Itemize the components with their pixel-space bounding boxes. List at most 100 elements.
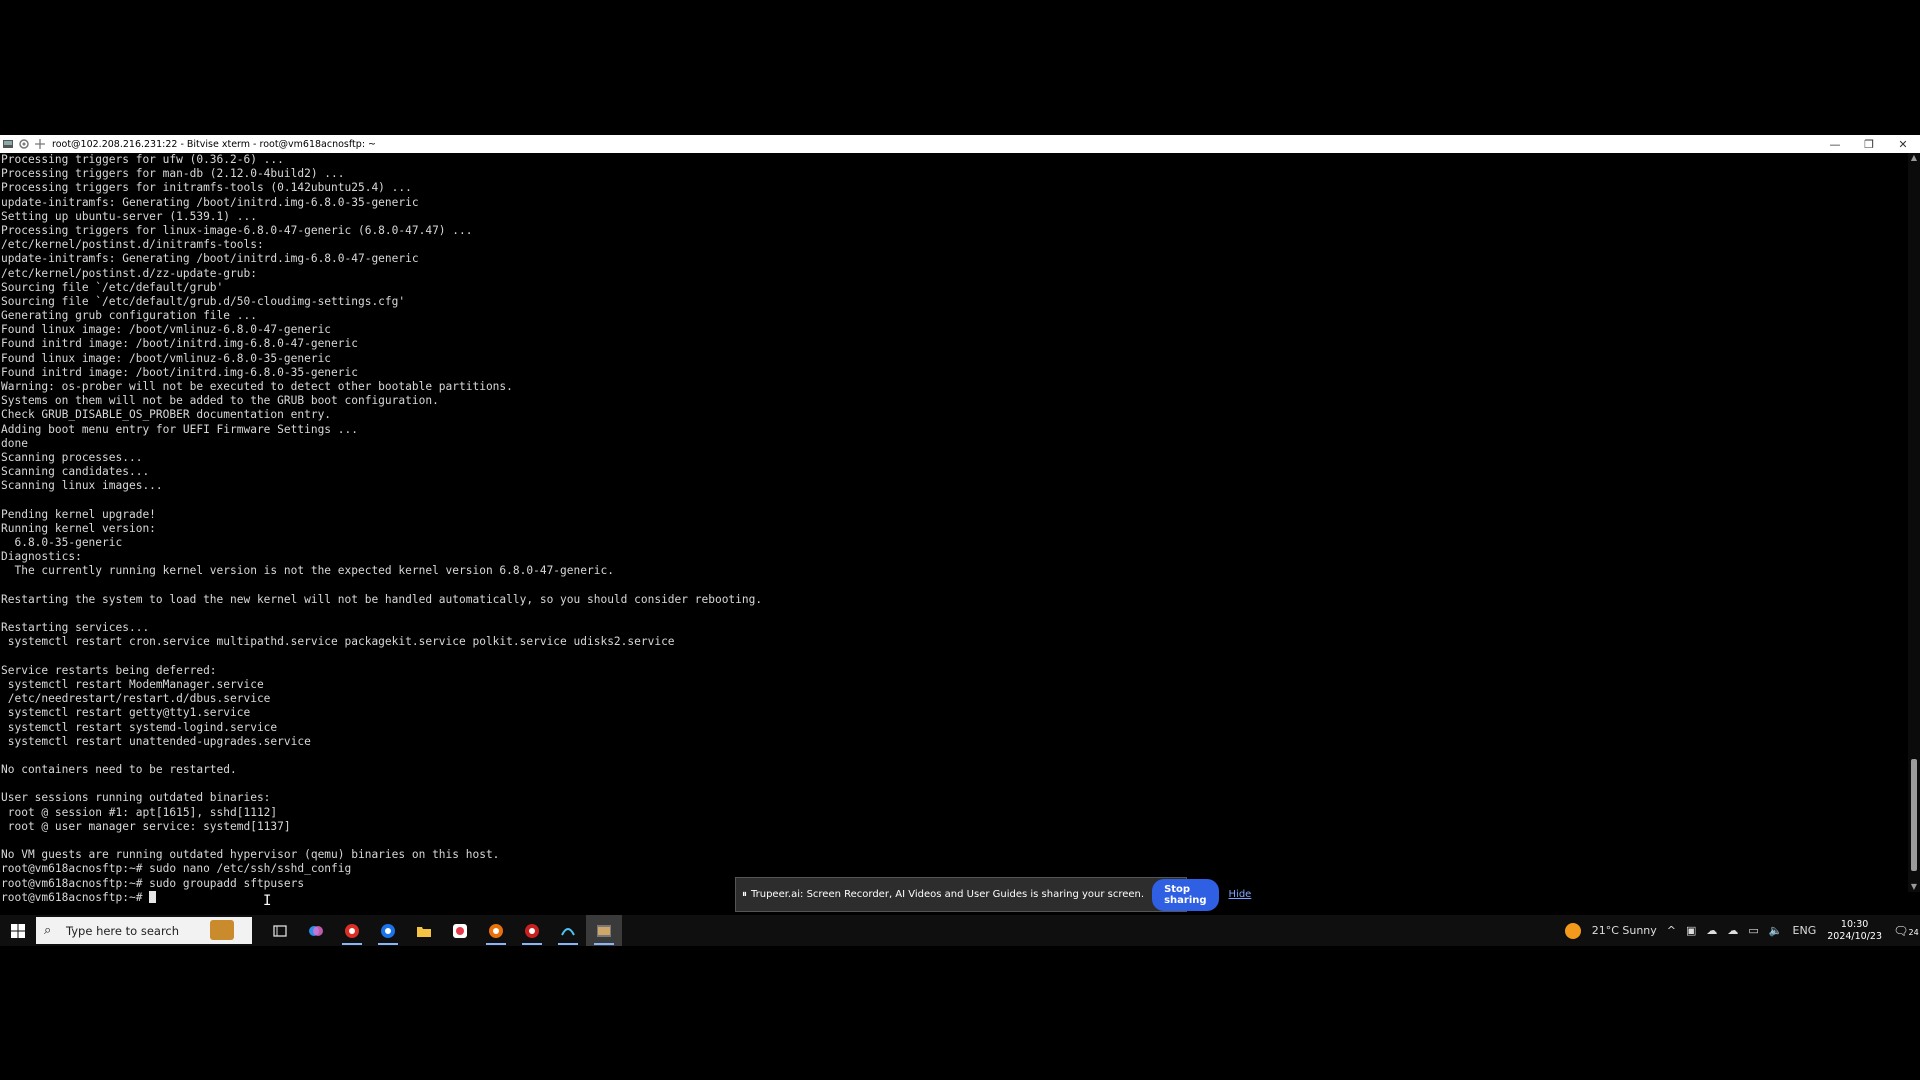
chrome-icon[interactable] bbox=[370, 915, 406, 946]
terminal-line: Processing triggers for ufw (0.36.2-6) .… bbox=[1, 153, 284, 166]
window-title: root@102.208.216.231:22 - Bitvise xterm … bbox=[52, 138, 376, 150]
device-icon[interactable]: ▣ bbox=[1686, 924, 1696, 937]
terminal-line: Restarting the system to load the new ke… bbox=[1, 592, 763, 606]
terminal-line: root @ session #1: apt[1615], sshd[1112] bbox=[1, 805, 278, 819]
clock-date: 2024/10/23 bbox=[1827, 930, 1882, 942]
stop-sharing-button[interactable]: Stop sharing bbox=[1152, 878, 1219, 911]
start-button[interactable] bbox=[0, 915, 36, 946]
taskbar-search[interactable]: ⌕ Type here to search bbox=[36, 917, 252, 944]
terminal-line: Setting up ubuntu-server (1.539.1) ... bbox=[1, 209, 257, 223]
restore-button[interactable]: ❐ bbox=[1852, 135, 1886, 153]
app-icon[interactable] bbox=[442, 915, 478, 946]
terminal-line: /etc/needrestart/restart.d/dbus.service bbox=[1, 692, 271, 706]
terminal-line: Scanning processes... bbox=[1, 450, 143, 464]
terminal-line: update-initramfs: Generating /boot/initr… bbox=[1, 252, 419, 266]
terminal-line: Running kernel version: bbox=[1, 521, 156, 535]
file-explorer-icon[interactable] bbox=[406, 915, 442, 946]
terminal-line: Diagnostics: bbox=[1, 550, 82, 564]
chrome-icon[interactable] bbox=[334, 915, 370, 946]
terminal-line: No VM guests are running outdated hyperv… bbox=[1, 848, 500, 862]
scrollbar-thumb[interactable] bbox=[1911, 759, 1917, 871]
terminal-line: Scanning candidates... bbox=[1, 465, 150, 479]
titlebar-icons bbox=[0, 138, 46, 150]
terminal-line: Processing triggers for initramfs-tools … bbox=[1, 181, 412, 195]
taskbar: ⌕ Type here to search 21°C Sunny ^ ▣ ☁ ☁… bbox=[0, 915, 1920, 946]
terminal-line: systemctl restart ModemManager.service bbox=[1, 677, 264, 691]
onedrive-icon[interactable]: ☁ bbox=[1727, 924, 1738, 937]
window-controls: — ❐ ✕ bbox=[1818, 135, 1920, 153]
terminal-line: systemctl restart cron.service multipath… bbox=[1, 635, 675, 649]
terminal-line: Sourcing file `/etc/default/grub.d/50-cl… bbox=[1, 294, 406, 308]
search-placeholder: Type here to search bbox=[66, 923, 180, 938]
move-icon[interactable] bbox=[34, 138, 46, 150]
terminal-line: Pending kernel upgrade! bbox=[1, 507, 156, 521]
scroll-down-icon[interactable]: ▼ bbox=[1908, 882, 1920, 892]
terminal-line: Service restarts being deferred: bbox=[1, 663, 217, 677]
terminal-text: Processing triggers for ufw (0.36.2-6) .… bbox=[0, 153, 1908, 905]
terminal-line: Processing triggers for man-db (2.12.0-4… bbox=[1, 167, 345, 181]
settings-icon[interactable] bbox=[18, 138, 30, 150]
scroll-up-icon[interactable]: ▲ bbox=[1908, 153, 1920, 163]
text-cursor-icon: I bbox=[263, 893, 271, 909]
weather-icon[interactable] bbox=[1564, 922, 1581, 939]
terminal-line: /etc/kernel/postinst.d/zz-update-grub: bbox=[1, 266, 257, 280]
clock-time: 10:30 bbox=[1840, 918, 1869, 930]
weather-text[interactable]: 21°C Sunny bbox=[1592, 924, 1657, 937]
terminal-line: update-initramfs: Generating /boot/initr… bbox=[1, 195, 419, 209]
terminal-line: Warning: os-prober will not be executed … bbox=[1, 380, 513, 393]
terminal-prompt: root@vm618acnosftp:~# bbox=[1, 890, 150, 904]
terminal-line: The currently running kernel version is … bbox=[1, 564, 614, 578]
notification-icon[interactable]: 🗨24 bbox=[1892, 924, 1920, 938]
terminal-line: Adding boot menu entry for UEFI Firmware… bbox=[1, 422, 358, 436]
minimize-button[interactable]: — bbox=[1818, 135, 1852, 153]
terminal-line: systemctl restart systemd-logind.service bbox=[1, 720, 278, 734]
terminal-line: Generating grub configuration file ... bbox=[1, 309, 257, 323]
terminal-line: Found linux image: /boot/vmlinuz-6.8.0-3… bbox=[1, 351, 332, 365]
window-titlebar[interactable]: root@102.208.216.231:22 - Bitvise xterm … bbox=[0, 135, 1920, 153]
terminal-line: Found linux image: /boot/vmlinuz-6.8.0-4… bbox=[1, 323, 332, 337]
terminal-line: 6.8.0-35-generic bbox=[1, 536, 123, 550]
screen-share-banner: ⏸ Trupeer.ai: Screen Recorder, AI Videos… bbox=[735, 877, 1251, 912]
terminal-line: /etc/kernel/postinst.d/initramfs-tools: bbox=[1, 238, 264, 252]
bitvise-icon[interactable] bbox=[550, 915, 586, 946]
share-banner-text: Trupeer.ai: Screen Recorder, AI Videos a… bbox=[751, 889, 1145, 900]
terminal-line: Sourcing file `/etc/default/grub' bbox=[1, 280, 224, 294]
terminal-line: No containers need to be restarted. bbox=[1, 763, 237, 777]
notification-count: 24 bbox=[1908, 927, 1919, 937]
terminal-line: Check GRUB_DISABLE_OS_PROBER documentati… bbox=[1, 408, 332, 422]
terminal-line: Found initrd image: /boot/initrd.img-6.8… bbox=[1, 365, 358, 379]
chevron-up-icon[interactable]: ^ bbox=[1667, 924, 1676, 937]
terminal-line: Scanning linux images... bbox=[1, 479, 163, 493]
terminal-line: systemctl restart getty@tty1.service bbox=[1, 706, 251, 720]
search-icon: ⌕ bbox=[44, 923, 52, 938]
task-view-icon[interactable] bbox=[262, 915, 298, 946]
terminal-line: root@vm618acnosftp:~# sudo nano /etc/ssh… bbox=[1, 862, 352, 876]
terminal-scrollbar[interactable]: ▲ ▼ bbox=[1908, 153, 1920, 892]
search-highlight-icon bbox=[210, 920, 234, 940]
close-button[interactable]: ✕ bbox=[1886, 135, 1920, 153]
chrome-icon[interactable] bbox=[514, 915, 550, 946]
windows-logo-icon bbox=[11, 923, 25, 938]
terminal-line: systemctl restart unattended-upgrades.se… bbox=[1, 734, 311, 748]
copilot-icon[interactable] bbox=[298, 915, 334, 946]
pause-icon[interactable]: ⏸ bbox=[742, 889, 747, 900]
screen: root@102.208.216.231:22 - Bitvise xterm … bbox=[0, 135, 1920, 1051]
terminal-icon[interactable] bbox=[586, 915, 622, 946]
cloud-icon[interactable]: ☁ bbox=[1706, 924, 1717, 937]
clock[interactable]: 10:30 2024/10/23 bbox=[1827, 919, 1882, 943]
battery-icon[interactable]: ▭ bbox=[1748, 924, 1758, 937]
terminal-line: Restarting services... bbox=[1, 621, 150, 635]
terminal-line: Systems on them will not be added to the… bbox=[1, 394, 439, 408]
terminal-line: done bbox=[1, 436, 28, 450]
hide-link[interactable]: Hide bbox=[1229, 889, 1252, 900]
terminal-line: Found initrd image: /boot/initrd.img-6.8… bbox=[1, 337, 358, 351]
volume-icon[interactable]: 🔈 bbox=[1769, 924, 1783, 937]
terminal-line: root @ user manager service: systemd[113… bbox=[1, 819, 291, 833]
app-logo-icon bbox=[3, 140, 13, 148]
language-indicator[interactable]: ENG bbox=[1793, 924, 1817, 937]
chrome-icon[interactable] bbox=[478, 915, 514, 946]
